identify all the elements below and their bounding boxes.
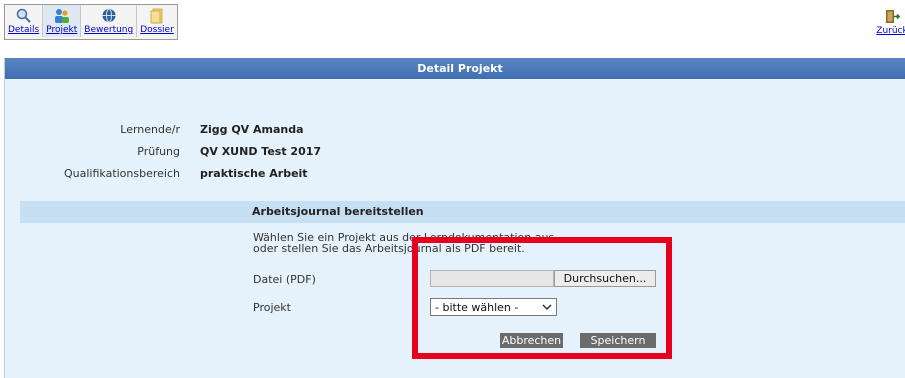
- tab-projekt[interactable]: Projekt: [43, 5, 82, 37]
- info-row-lernende: Lernende/r Zigg QV Amanda: [0, 120, 304, 138]
- tab-bewertung-label: Bewertung: [84, 25, 134, 35]
- panel-title: Detail Projekt: [5, 58, 905, 79]
- tab-details-label: Details: [8, 25, 40, 35]
- globe-icon: [102, 8, 116, 23]
- tab-toolbar: Details Projekt Bewertung Dossier: [4, 4, 178, 40]
- file-label: Datei (PDF): [253, 273, 316, 286]
- back-button[interactable]: Zurück: [876, 6, 905, 36]
- people-icon: [54, 9, 69, 23]
- info-label: Prüfung: [137, 144, 180, 158]
- tab-bewertung[interactable]: Bewertung: [81, 5, 138, 37]
- section-header: Arbeitsjournal bereitstellen: [20, 201, 905, 223]
- back-label: Zurück: [876, 26, 905, 36]
- tab-details[interactable]: Details: [5, 5, 44, 37]
- exit-door-icon: [886, 10, 901, 23]
- project-label: Projekt: [253, 301, 291, 314]
- info-value: praktische Arbeit: [200, 166, 308, 180]
- section-title: Arbeitsjournal bereitstellen: [252, 205, 424, 218]
- info-label: Lernende/r: [120, 122, 180, 136]
- folder-icon: [150, 8, 163, 24]
- info-value: Zigg QV Amanda: [200, 122, 304, 136]
- magnifier-icon: [16, 8, 31, 23]
- tab-projekt-label: Projekt: [46, 25, 78, 35]
- tab-dossier[interactable]: Dossier: [137, 5, 177, 37]
- info-value: QV XUND Test 2017: [200, 144, 322, 158]
- highlight-annotation: [412, 237, 672, 359]
- info-label: Qualifikationsbereich: [63, 166, 180, 180]
- info-row-qualifikationsbereich: Qualifikationsbereich praktische Arbeit: [0, 164, 308, 182]
- tab-dossier-label: Dossier: [140, 25, 174, 35]
- info-row-pruefung: Prüfung QV XUND Test 2017: [0, 142, 321, 160]
